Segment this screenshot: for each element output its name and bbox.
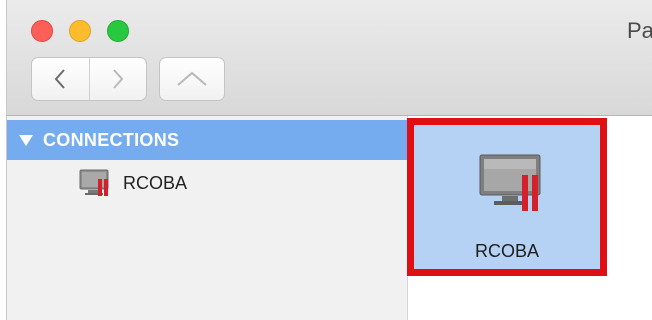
window-title: Pa [627,18,652,43]
chevron-right-icon [113,69,124,89]
chevron-up-icon [177,71,207,86]
minimize-window-button[interactable] [69,20,91,42]
connection-icon-wrap [478,153,544,220]
sidebar-item-rcoba[interactable]: RCOBA [79,168,187,198]
title-bar: Pa [7,0,652,320]
sidebar: CONNECTIONS RCOBA [7,116,408,320]
server-connection-icon [479,154,541,211]
disclosure-triangle-icon[interactable] [19,134,33,146]
close-window-button[interactable] [31,20,53,42]
sidebar-item-label: RCOBA [123,172,188,193]
chevron-left-icon [54,69,65,89]
connections-section-header[interactable]: CONNECTIONS [7,120,407,160]
connection-item-rcoba[interactable]: RCOBA [407,118,607,276]
finder-window: Pa CONNECTIONS RCOBA RCOBA [6,0,652,320]
forward-button[interactable] [88,58,147,100]
server-connection-icon [79,169,109,196]
back-button[interactable] [32,58,89,100]
enclosing-folder-button[interactable] [159,57,225,101]
navigation-buttons [31,57,147,101]
section-title: CONNECTIONS [43,129,180,150]
zoom-window-button[interactable] [107,20,129,42]
connection-item-label: RCOBA [474,241,539,261]
